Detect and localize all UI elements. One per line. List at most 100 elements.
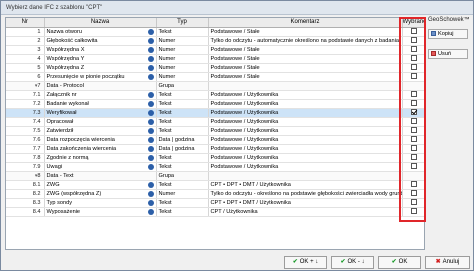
cell-komentarz-text: CPT • DPT • DMT / Użytkownika [210,181,291,188]
cell-nazwa-text: Głębokość całkowita [46,37,98,44]
info-icon[interactable] [147,37,154,44]
info-icon[interactable] [147,91,154,98]
cell-nr-text: 8 [37,172,41,179]
column-header-wybrane[interactable]: Wybrane [402,18,424,28]
table-row[interactable]: 7.8 Zgodnie z normą Tekst Podstawowe / Użyt… [6,153,424,163]
table-row[interactable]: 7.6 Data rozpoczęcia wiercenia Data | godz… [6,135,424,145]
cell-wybrane [402,153,424,163]
wybrane-checkbox[interactable] [411,46,417,53]
info-icon[interactable] [147,28,154,35]
cell-nazwa-text: Zatwierdził [46,127,74,134]
cell-typ-text: Numer [158,190,176,197]
wybrane-checkbox[interactable] [411,55,417,62]
cell-wybrane [402,144,424,154]
cell-typ: Tekst [156,162,209,172]
cancel-button[interactable]: ✖ Anuluj [425,256,470,269]
table-row[interactable]: 7.5 Zatwierdził Tekst Podstawowe / Użytkown… [6,126,424,136]
cell-nr-text: 7.7 [32,145,41,152]
wybrane-checkbox[interactable] [411,118,417,125]
wybrane-checkbox[interactable] [411,145,417,152]
cell-typ: Grupa [156,81,209,91]
wybrane-checkbox[interactable] [411,154,417,161]
wybrane-checkbox[interactable] [411,208,417,215]
ok-button[interactable]: ✔ OK [378,256,421,269]
wybrane-checkbox[interactable] [411,181,417,188]
cell-komentarz: CPT • DPT • DMT / Użytkownika [208,180,403,190]
table-row[interactable]: 1 Nazwa otworu Tekst Podstawowe / Stałe [6,27,424,37]
info-icon[interactable] [147,100,154,107]
table-row[interactable]: 6 Przesunięcie w pionie początku Numer Pods… [6,72,424,82]
cell-nazwa: Typ sondy [44,198,157,208]
info-icon[interactable] [147,154,154,161]
table-row[interactable]: 7.4 Opracował Tekst Podstawowe / Użytkownik… [6,117,424,127]
delete-button[interactable]: Usuń [428,49,468,59]
table-row[interactable]: 5 Współrzędna Z Numer Podstawowe / Stałe [6,63,424,73]
copy-icon [431,31,436,37]
table-group-row[interactable]: ▾8 Data - Text Grupa [6,171,424,181]
info-icon[interactable] [147,145,154,152]
wybrane-checkbox[interactable] [411,109,417,116]
table-row[interactable]: 7.2 Badanie wykonał Tekst Podstawowe / Użyt… [6,99,424,109]
info-icon[interactable] [147,64,154,71]
table-row[interactable]: 7.7 Data zakończenia wiercenia Data | godz… [6,144,424,154]
column-header-nr[interactable]: Nr [6,18,45,28]
table-row[interactable]: 3 Współrzędna X Numer Podstawowe / Stałe [6,45,424,55]
info-icon[interactable] [147,46,154,53]
table-row[interactable]: 2 Głębokość całkowita Numer Tylko do odczyt… [6,36,424,46]
info-icon[interactable] [147,208,154,215]
ok-minus-button[interactable]: ✔ OK - ↓ [331,256,374,269]
table-row[interactable]: 7.9 Uwagi Tekst Podstawowe / Użytkownika [6,162,424,172]
info-icon[interactable] [147,73,154,80]
cell-nr: 7.3 [6,108,45,118]
cell-nr-text: 7.2 [32,100,41,107]
cell-wybrane [402,63,424,73]
cell-komentarz: Podstawowe / Użytkownika [208,126,403,136]
cell-wybrane [402,207,424,217]
cell-nazwa-text: Wyposażenie [46,208,81,215]
wybrane-checkbox[interactable] [411,100,417,107]
table-row[interactable]: 8.2 ZWG (współrzędna Z) Numer Tylko do odcz… [6,189,424,199]
info-icon[interactable] [147,127,154,134]
dialog-footer: ✔ OK + ↓ ✔ OK - ↓ ✔ OK ✖ Anuluj [1,256,473,270]
table-row[interactable]: 4 Współrzędna Y Numer Podstawowe / Stałe [6,54,424,64]
cell-wybrane [402,99,424,109]
table-row[interactable]: 8.4 Wyposażenie Tekst CPT / Użytkownika [6,207,424,217]
table-group-row[interactable]: ▾7 Data - Protocol Grupa [6,81,424,91]
cell-nazwa-text: Data - Protocol [46,82,84,89]
table-row[interactable]: 8.3 Typ sondy Tekst CPT • DPT • DMT / Użytk… [6,198,424,208]
wybrane-checkbox[interactable] [411,163,417,170]
ok-plus-button[interactable]: ✔ OK + ↓ [284,256,327,269]
wybrane-checkbox[interactable] [411,28,417,35]
info-icon[interactable] [147,190,154,197]
wybrane-checkbox[interactable] [411,37,417,44]
cell-nr: 7.2 [6,99,45,109]
info-icon[interactable] [147,55,154,62]
cell-nr: 2 [6,36,45,46]
info-icon[interactable] [147,181,154,188]
info-icon[interactable] [147,199,154,206]
wybrane-checkbox[interactable] [411,127,417,134]
wybrane-checkbox[interactable] [411,136,417,143]
column-header-nazwa[interactable]: Nazwa [44,18,157,28]
table-row[interactable]: 8.1 ZWG Tekst CPT • DPT • DMT / Użytkownika [6,180,424,190]
info-icon[interactable] [147,118,154,125]
wybrane-checkbox[interactable] [411,199,417,206]
copy-button[interactable]: Kopiuj [428,29,468,39]
cell-komentarz: Podstawowe / Stałe [208,45,403,55]
cell-komentarz-text: Podstawowe / Stałe [210,28,260,35]
info-icon[interactable] [147,163,154,170]
wybrane-checkbox[interactable] [411,91,417,98]
info-icon[interactable] [147,109,154,116]
cell-nazwa-text: Weryfikował [46,109,77,116]
wybrane-checkbox[interactable] [411,190,417,197]
column-header-komentarz[interactable]: Komentarz [208,18,403,28]
table-row[interactable]: 7.3 Weryfikował Tekst Podstawowe / Użytkown… [6,108,424,118]
wybrane-checkbox[interactable] [411,64,417,71]
cell-komentarz: Podstawowe / Użytkownika [208,117,403,127]
table-row[interactable]: 7.1 Załącznik nr Tekst Podstawowe / Użytkow… [6,90,424,100]
cell-wybrane [402,198,424,208]
cell-typ: Tekst [156,198,209,208]
info-icon[interactable] [147,136,154,143]
column-header-typ[interactable]: Typ [156,18,209,28]
wybrane-checkbox[interactable] [411,73,417,80]
